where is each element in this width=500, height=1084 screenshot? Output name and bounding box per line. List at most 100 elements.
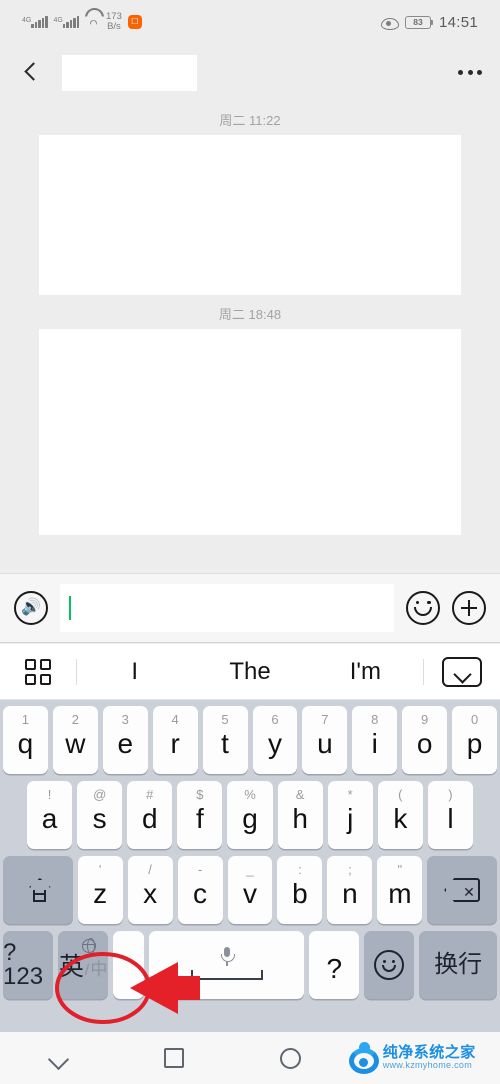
message-daystamp: 周二 11:22 <box>219 113 281 128</box>
voice-input-icon[interactable]: 🔊 <box>14 591 48 625</box>
signal-bars-sim1-icon: 4G <box>22 16 48 28</box>
key-a[interactable]: ! a <box>27 781 73 849</box>
key-sub-label: ) <box>448 787 453 802</box>
key-main-label: o <box>416 727 433 759</box>
key-sub-label: 8 <box>371 712 379 727</box>
shift-key[interactable] <box>3 856 73 924</box>
key-d[interactable]: # d <box>127 781 173 849</box>
smiley-icon <box>374 950 405 980</box>
key-i[interactable]: 8i <box>352 706 398 774</box>
chevron-down-icon <box>47 1052 69 1064</box>
space-key[interactable] <box>149 931 305 999</box>
key-sub-label: $ <box>196 787 204 802</box>
blank-key[interactable] <box>113 931 145 999</box>
key-sub-label: 5 <box>221 712 229 727</box>
numeric-symbols-key[interactable]: ?123 <box>3 931 54 999</box>
key-l[interactable]: ) l <box>427 781 473 849</box>
chat-message-list[interactable]: 周二 11:22 周二 18:48 <box>0 101 500 573</box>
watermark-text: 纯净系统之家 www.kzmyhome.com <box>383 1045 476 1070</box>
key-u[interactable]: 7u <box>302 706 348 774</box>
signal-bars-sim2-icon: 4G <box>54 16 79 28</box>
key-main-label: s <box>92 802 107 834</box>
message-bubble[interactable] <box>39 329 461 535</box>
lang-secondary-label: 中 <box>90 960 108 979</box>
microphone-icon[interactable] <box>220 946 235 966</box>
emoji-face-icon[interactable] <box>406 591 440 625</box>
keyboard-row-1: 1q 2w 3e 4r 5t 6y 7u 8i 9o 0p <box>2 706 498 774</box>
lang-switch-key[interactable]: 英 / 中 <box>58 931 109 999</box>
voice-glyph: 🔊 <box>21 599 41 616</box>
key-sub-label: & <box>295 787 305 802</box>
more-options-icon[interactable] <box>458 70 482 75</box>
key-sub-label: 6 <box>271 712 279 727</box>
key-main-label: m <box>388 877 412 909</box>
key-main-label: x <box>143 877 158 909</box>
key-m[interactable]: " m <box>377 856 423 924</box>
key-e[interactable]: 3e <box>102 706 148 774</box>
key-y[interactable]: 6y <box>252 706 298 774</box>
backspace-key[interactable]: ✕ <box>427 856 498 924</box>
key-s[interactable]: @ s <box>77 781 123 849</box>
key-main-label: j <box>347 802 354 834</box>
key-main-label: p <box>466 727 483 759</box>
key-o[interactable]: 9o <box>402 706 448 774</box>
back-chevron-icon[interactable] <box>18 60 44 86</box>
suggestion-word-3[interactable]: I'm <box>308 658 423 686</box>
key-main-label: n <box>342 877 358 909</box>
watermark-logo-icon <box>348 1042 379 1074</box>
key-x[interactable]: / x <box>127 856 173 924</box>
question-key[interactable]: ? <box>309 931 360 999</box>
key-t[interactable]: 5t <box>202 706 248 774</box>
message-bubble[interactable] <box>39 135 461 295</box>
key-q[interactable]: 1q <box>2 706 48 774</box>
question-label: ? <box>326 952 343 984</box>
key-c[interactable]: -c <box>177 856 223 924</box>
phone-screen: 4G 4G 173 B/s ☐ 83 14:51 周二 11:22 周二 18:… <box>0 0 500 1084</box>
key-j[interactable]: * j <box>327 781 373 849</box>
key-g[interactable]: % g <box>227 781 273 849</box>
key-k[interactable]: (k <box>377 781 423 849</box>
chat-input-bar: 🔊 <box>0 573 500 643</box>
hide-keyboard-button[interactable] <box>0 1052 116 1064</box>
key-main-label: h <box>292 802 308 834</box>
circle-home-icon <box>280 1047 302 1069</box>
key-r[interactable]: 4r <box>152 706 198 774</box>
message-input-field[interactable] <box>60 584 394 632</box>
key-main-label: r <box>170 727 180 759</box>
suggestion-word-1[interactable]: I <box>77 658 192 686</box>
key-v[interactable]: _ v <box>227 856 273 924</box>
home-button[interactable] <box>232 1047 348 1069</box>
status-bar-right: 83 14:51 <box>380 14 478 31</box>
recents-button[interactable] <box>116 1048 232 1068</box>
key-w[interactable]: 2w <box>52 706 98 774</box>
network-type-sim1-label: 4G <box>22 17 32 24</box>
plus-more-icon[interactable] <box>452 591 486 625</box>
emoji-key[interactable] <box>364 931 415 999</box>
key-main-label: g <box>242 802 258 834</box>
key-sub-label: " <box>397 862 403 877</box>
key-sub-label: 2 <box>71 712 79 727</box>
key-main-label: e <box>117 727 134 759</box>
key-f[interactable]: $ f <box>177 781 223 849</box>
key-sub-label: # <box>146 787 154 802</box>
chevron-down-boxed-icon[interactable] <box>424 656 500 687</box>
key-z[interactable]: ' z <box>77 856 123 924</box>
keyboard-grid-icon[interactable] <box>0 658 76 685</box>
shift-icon <box>25 877 51 903</box>
key-sub-label: 3 <box>121 712 129 727</box>
enter-label: 换行 <box>434 951 483 978</box>
key-sub-label: 4 <box>171 712 179 727</box>
key-h[interactable]: & h <box>277 781 323 849</box>
key-sub-label: ' <box>98 862 102 877</box>
enter-key[interactable]: 换行 <box>419 931 497 999</box>
wifi-icon <box>85 16 100 28</box>
key-main-label: b <box>292 877 308 909</box>
network-speed: 173 B/s <box>106 12 122 32</box>
key-p[interactable]: 0p <box>452 706 498 774</box>
key-main-label: k <box>393 802 408 834</box>
key-main-label: i <box>371 727 378 759</box>
keyboard-row-2: ! a @ s # d $ f % g & h * j (k ) l <box>3 781 497 849</box>
key-n[interactable]: ; n <box>327 856 373 924</box>
key-b[interactable]: :b <box>277 856 323 924</box>
suggestion-word-2[interactable]: The <box>192 658 307 686</box>
